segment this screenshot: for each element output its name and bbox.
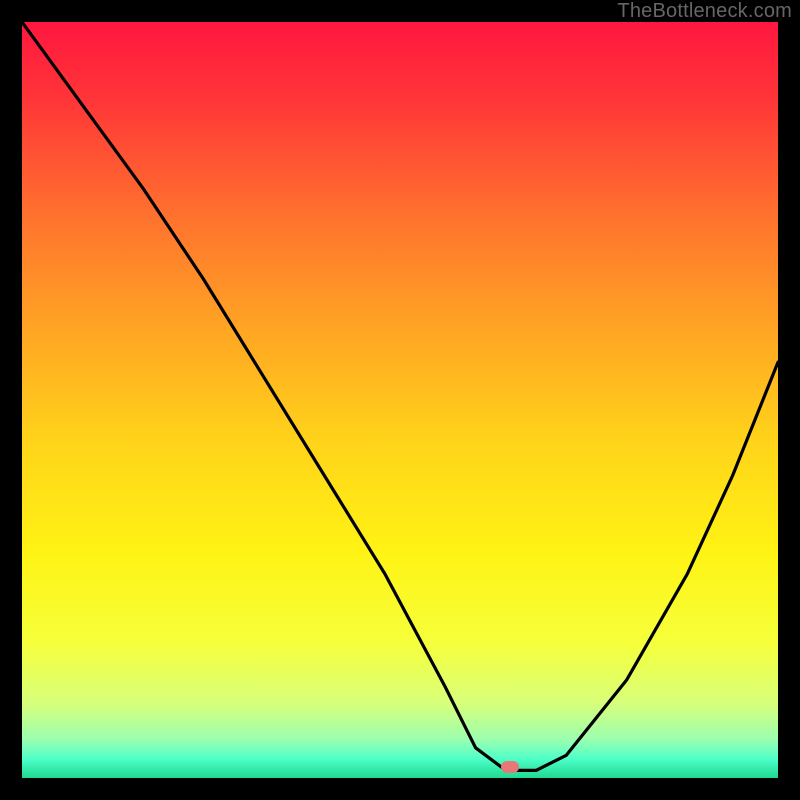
optimal-marker: [501, 761, 519, 773]
chart-frame: TheBottleneck.com: [0, 0, 800, 800]
chart-svg: [22, 22, 778, 778]
plot-area: [22, 22, 778, 778]
watermark-text: TheBottleneck.com: [617, 0, 792, 23]
chart-background: [22, 22, 778, 778]
